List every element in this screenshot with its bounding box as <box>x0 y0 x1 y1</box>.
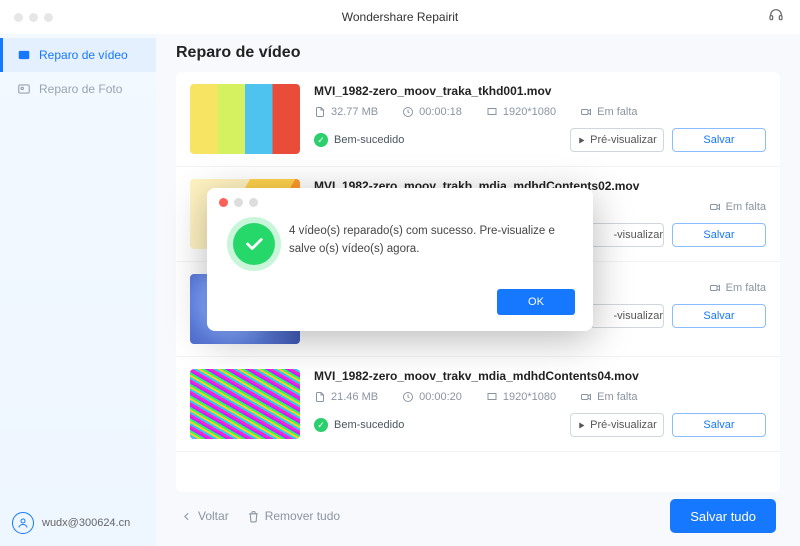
sidebar-item-photo-repair[interactable]: Reparo de Foto <box>0 72 156 106</box>
ok-button[interactable]: OK <box>497 289 575 315</box>
sidebar-item-label: Reparo de vídeo <box>39 48 128 62</box>
thumbnail[interactable] <box>190 369 300 439</box>
save-all-button[interactable]: Salvar tudo <box>670 499 776 533</box>
sidebar-item-video-repair[interactable]: Reparo de vídeo <box>0 38 156 72</box>
camera-status: Em falta <box>709 201 766 213</box>
page-title: Reparo de vídeo <box>176 44 780 62</box>
status-success: ✓Bem-sucedido <box>314 418 404 432</box>
file-size: 21.46 MB <box>314 391 378 403</box>
save-button[interactable]: Salvar <box>672 223 766 247</box>
sidebar-item-label: Reparo de Foto <box>39 82 122 96</box>
filename: MVI_1982-zero_moov_trakv_mdia_mdhdConten… <box>314 369 766 383</box>
save-button[interactable]: Salvar <box>672 304 766 328</box>
save-button[interactable]: Salvar <box>672 128 766 152</box>
thumbnail[interactable] <box>190 84 300 154</box>
video-icon <box>17 48 31 62</box>
back-button[interactable]: Voltar <box>180 509 229 523</box>
dialog-window-controls[interactable] <box>207 188 593 213</box>
app-title: Wondershare Repairit <box>0 10 800 24</box>
close-icon[interactable] <box>219 198 228 207</box>
status-success: ✓Bem-sucedido <box>314 133 404 147</box>
video-row: MVI_1982-zero_moov_trakv_mdia_mdhdConten… <box>176 357 780 452</box>
filename: MVI_1982-zero_moov_traka_tkhd001.mov <box>314 84 766 98</box>
titlebar: Wondershare Repairit <box>0 0 800 34</box>
save-button[interactable]: Salvar <box>672 413 766 437</box>
sidebar: Reparo de vídeo Reparo de Foto wudx@3006… <box>0 34 156 546</box>
resolution: 1920*1080 <box>486 106 556 118</box>
preview-button[interactable]: -visualizar <box>590 223 664 247</box>
duration: 00:00:18 <box>402 106 462 118</box>
remove-all-button[interactable]: Remover tudo <box>247 509 340 523</box>
camera-status: Em falta <box>580 391 637 403</box>
camera-status: Em falta <box>709 282 766 294</box>
video-row: MVI_1982-zero_moov_traka_tkhd001.mov 32.… <box>176 72 780 167</box>
dialog-message: 4 vídeo(s) reparado(s) com sucesso. Pre-… <box>289 223 571 259</box>
duration: 00:00:20 <box>402 391 462 403</box>
photo-icon <box>17 82 31 96</box>
user-account[interactable]: wudx@300624.cn <box>0 500 156 546</box>
camera-status: Em falta <box>580 106 637 118</box>
success-check-icon <box>233 223 275 265</box>
resolution: 1920*1080 <box>486 391 556 403</box>
support-icon[interactable] <box>768 7 784 28</box>
preview-button[interactable]: -visualizar <box>590 304 664 328</box>
avatar-icon <box>12 512 34 534</box>
footer: Voltar Remover tudo Salvar tudo <box>176 492 780 546</box>
preview-button[interactable]: Pré-visualizar <box>570 413 664 437</box>
file-size: 32.77 MB <box>314 106 378 118</box>
user-email: wudx@300624.cn <box>42 517 130 529</box>
preview-button[interactable]: Pré-visualizar <box>570 128 664 152</box>
success-dialog: 4 vídeo(s) reparado(s) com sucesso. Pre-… <box>207 188 593 331</box>
